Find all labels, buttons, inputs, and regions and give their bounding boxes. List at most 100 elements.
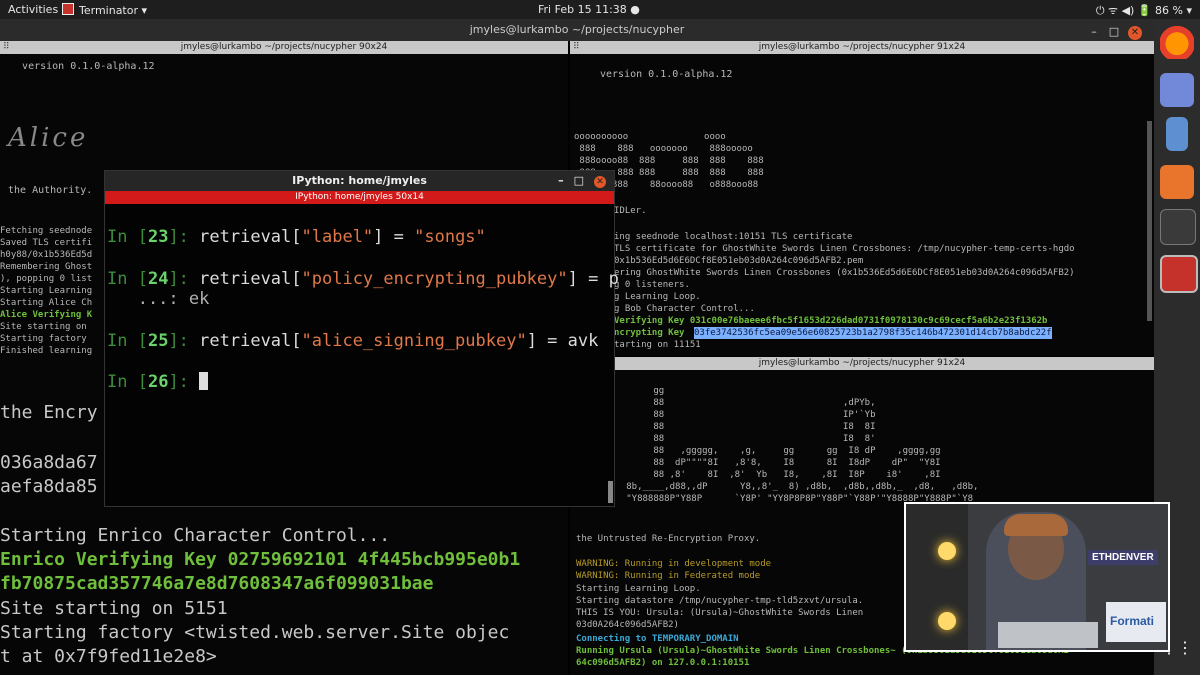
terminator-dock-icon[interactable]	[1160, 255, 1198, 293]
ipython-window[interactable]: IPython: home/jmyles – □ ✕ IPython: home/j…	[104, 170, 619, 507]
maximize-button[interactable]: □	[574, 174, 584, 187]
output-line: 036a8da67	[0, 452, 98, 473]
ipython-cell-23: In [23]: retrieval["label"] = "songs"	[107, 227, 486, 247]
pane-header-left: ⠿ jmyles@lurkambo ~/projects/nucypher 90x…	[0, 41, 568, 54]
firefox-icon[interactable]	[1160, 25, 1194, 59]
warning-line: WARNING: Running in development mode	[576, 559, 772, 569]
connecting-line: Connecting to TEMPORARY_DOMAIN	[576, 634, 739, 644]
maximize-button[interactable]: □	[1108, 21, 1120, 43]
bob-encrypting-key[interactable]: 03fe3742536fc5ea09e56e60825723b1a2798f35…	[694, 327, 1052, 339]
output-line: g Bob Character Control...	[614, 304, 755, 314]
output-line: Starting Learning Loop.	[576, 584, 701, 594]
laptop	[998, 622, 1098, 648]
ipython-title: IPython: home/jmyles	[292, 174, 427, 187]
output-line: Starting factory <twisted.web.server.Sit…	[0, 622, 510, 643]
minimize-button[interactable]: –	[558, 174, 564, 187]
output-line: Starting factory	[0, 334, 87, 344]
app-menu[interactable]: Terminator ▾	[62, 3, 147, 17]
lamp-icon	[938, 542, 956, 560]
clock[interactable]: Fri Feb 15 11:38 ●	[538, 3, 640, 16]
window-controls: – □ ✕	[1080, 21, 1142, 43]
webcam-overlay: ETHDENVER Formati	[904, 502, 1170, 652]
warning-line: WARNING: Running in Federated mode	[576, 571, 761, 581]
running-ursula-line-cont: 64c096d5AFB2) on 127.0.0.1:10151	[576, 658, 750, 668]
terminator-icon	[62, 3, 74, 15]
output-line: IDLer.	[614, 206, 647, 216]
output-line: Site starting on 5151	[0, 598, 228, 619]
output-line: ing seednode localhost:10151 TLS certifi…	[614, 232, 853, 242]
ursula-ascii-art: 88 I8 8'	[610, 434, 876, 444]
grip-icon[interactable]: ⠿	[573, 41, 580, 54]
ipython-input-prompt[interactable]: In [26]:	[107, 371, 209, 393]
enrico-verifying-key: Enrico Verifying Key 02759692101 4f445bc…	[0, 549, 521, 570]
ethdenver-banner: ETHDENVER	[1088, 550, 1158, 565]
ipython-window-controls: – □ ✕	[558, 171, 606, 191]
presenter-bandana	[1004, 514, 1068, 536]
bob-encrypting-label: ncrypting Key	[614, 328, 685, 338]
minimize-button[interactable]: –	[1088, 21, 1100, 43]
ipython-continuation: ...: ek	[107, 289, 210, 309]
discord-icon[interactable]	[1160, 73, 1194, 107]
ipython-subtitle: IPython: home/jmyles 50x14	[295, 192, 424, 202]
alice-ascii-art: Alice	[8, 123, 89, 153]
software-center-icon[interactable]	[1160, 165, 1194, 199]
output-line: the Authority.	[8, 185, 93, 196]
ursula-ascii-art: gg	[610, 386, 665, 396]
output-line: h0y88/0x1b536Ed5d	[0, 250, 93, 260]
output-line: Starting Alice Ch	[0, 298, 93, 308]
ipython-pane-header: IPython: home/jmyles 50x14	[105, 191, 614, 204]
ursula-ascii-art: 88 dP""""8I ,8'8, I8 8I I8dP dP" "Y8I	[610, 458, 941, 468]
bob-verifying-key: Verifying Key 031c00e76baeee6fbc5f1653d2…	[614, 316, 1048, 326]
bob-ascii-art: oooooooooo oooo	[574, 132, 726, 142]
ursula-ascii-art: 88 ,ggggg, ,g, gg gg I8 dP ,gggg,gg	[610, 446, 941, 456]
output-line: g 0 listeners.	[614, 280, 690, 290]
terminal-pane-right-top[interactable]: ⠿ jmyles@lurkambo ~/projects/nucypher 91x…	[570, 41, 1154, 356]
activities-button[interactable]: Activities	[8, 3, 58, 16]
ipython-cell-24: In [24]: retrieval["policy_encrypting_pu…	[107, 269, 619, 289]
output-line: Starting datastore /tmp/nucypher-tmp-tld…	[576, 596, 864, 606]
scrollbar[interactable]	[1147, 121, 1152, 321]
output-line: aefa8da85	[0, 476, 98, 497]
enrico-verifying-key-cont: fb70875cad357746a7e8d7608347a6f099031bae	[0, 573, 434, 594]
bob-ascii-art: 888oooo88 888 888 888 888	[574, 156, 764, 166]
system-tray[interactable]: ⏻ ᯤ ◀) 🔋 86 % ▾	[1096, 3, 1192, 18]
ursula-ascii-art: 88 I8 8I	[610, 422, 876, 432]
output-line: version 0.1.0-alpha.12	[600, 69, 733, 80]
output-line: the Untrusted Re-Encryption Proxy.	[576, 534, 761, 544]
pane-title-left: jmyles@lurkambo ~/projects/nucypher 90x2…	[180, 42, 388, 52]
output-line: Remembering Ghost	[0, 262, 93, 272]
window-titlebar: jmyles@lurkambo ~/projects/nucypher – □ ✕	[0, 19, 1154, 41]
output-line: t at 0x7f9fed11e2e8>	[0, 646, 217, 667]
output-line: Site starting on	[0, 322, 87, 332]
pane-header-right-bottom: ⠿jmyles@lurkambo ~/projects/nucypher 91x…	[570, 357, 1154, 370]
ursula-ascii-art: 88 IP'`Yb	[610, 410, 876, 420]
grip-icon[interactable]: ⠿	[3, 41, 10, 54]
output-line: version 0.1.0-alpha.12	[4, 61, 155, 72]
output-line: ering GhostWhite Swords Linen Crossbones…	[614, 268, 1075, 278]
system-top-bar: Activities Terminator ▾ Fri Feb 15 11:38…	[0, 0, 1200, 19]
output-line: Starting Learning	[0, 286, 93, 296]
output-line: Finished learning	[0, 346, 93, 356]
pane-title-right-bottom: jmyles@lurkambo ~/projects/nucypher 91x2…	[758, 358, 966, 368]
bob-ascii-art: 888 888 ooooooo 888ooooo	[574, 144, 753, 154]
output-line: THIS IS YOU: Ursula: (Ursula)~GhostWhite…	[576, 608, 864, 618]
output-line: Starting Enrico Character Control...	[0, 525, 391, 546]
ursula-ascii-art: 88 ,8' 8I ,8' Yb I8, ,8I I8P i8' ,8I	[610, 470, 941, 480]
files-icon[interactable]	[1166, 117, 1188, 151]
window-title: jmyles@lurkambo ~/projects/nucypher	[469, 23, 685, 36]
lamp-icon	[938, 612, 956, 630]
app-menu-label: Terminator ▾	[79, 4, 148, 17]
formation-sign: Formati	[1106, 602, 1166, 642]
output-line: ), popping 0 list	[0, 274, 93, 284]
close-button[interactable]: ✕	[594, 176, 606, 188]
output-line: Fetching seednode	[0, 226, 93, 236]
ursula-ascii-art: 8b,____,d88,,dP Y8,,8'_ 8) ,d8b, ,d8b,,d…	[610, 482, 979, 492]
text-cursor	[199, 372, 209, 390]
close-button[interactable]: ✕	[1128, 26, 1142, 40]
scrollbar[interactable]	[608, 481, 613, 503]
pane-header-right-top: ⠿ jmyles@lurkambo ~/projects/nucypher 91x…	[570, 41, 1154, 54]
output-line: g Learning Loop.	[614, 292, 701, 302]
ipython-titlebar: IPython: home/jmyles – □ ✕	[105, 171, 614, 191]
tools-icon[interactable]	[1160, 209, 1196, 245]
ursula-ascii-art: 88 ,dPYb,	[610, 398, 876, 408]
